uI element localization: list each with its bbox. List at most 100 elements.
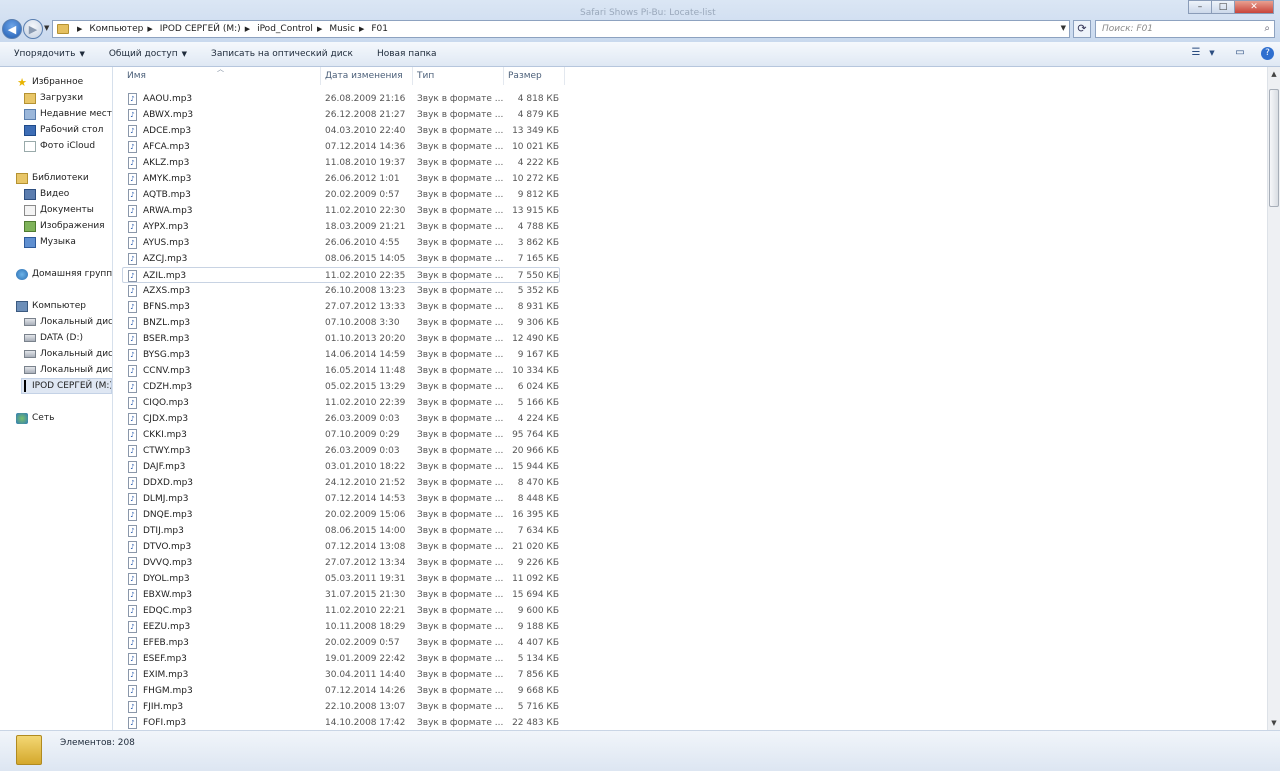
nav-ipod[interactable]: IPOD СЕРГЕЙ (M:) <box>21 378 112 394</box>
audio-file-icon: ♪ <box>128 525 137 537</box>
nav-favorites[interactable]: ★ Избранное <box>16 74 112 90</box>
back-arrow-icon[interactable]: ◀ <box>2 19 22 39</box>
nav-pictures[interactable]: Изображения <box>24 218 112 234</box>
file-date-modified: 26.12.2008 21:27 <box>325 110 406 120</box>
file-row[interactable]: ♪ CDZH.mp3 05.02.2015 13:29 Звук в формате … <box>123 379 561 395</box>
nav-video[interactable]: Видео <box>24 186 112 202</box>
file-row[interactable]: ♪ DTIJ.mp3 08.06.2015 14:00 Звук в формате … <box>123 523 561 539</box>
recent-pages-dropdown-icon[interactable]: ▼ <box>44 24 49 32</box>
file-row[interactable]: ♪ AFCA.mp3 07.12.2014 14:36 Звук в формате … <box>123 139 561 155</box>
nav-downloads[interactable]: Загрузки <box>24 90 112 106</box>
nav-local-disk-f[interactable]: Локальный диск <box>24 362 112 378</box>
view-dropdown-icon[interactable]: ▼ <box>1205 46 1219 60</box>
nav-data-d[interactable]: DATA (D:) <box>24 330 112 346</box>
file-row[interactable]: ♪ AKLZ.mp3 11.08.2010 19:37 Звук в формате … <box>123 155 561 171</box>
file-row[interactable]: ♪ DYOL.mp3 05.03.2011 19:31 Звук в формате … <box>123 571 561 587</box>
breadcrumb-f01[interactable]: F01 <box>371 24 388 34</box>
nav-network[interactable]: Сеть <box>16 410 112 426</box>
share-button[interactable]: Общий доступ ▼ <box>109 49 187 59</box>
nav-documents[interactable]: Документы <box>24 202 112 218</box>
file-row[interactable]: ♪ AMYK.mp3 26.06.2012 1:01 Звук в формате .… <box>123 171 561 187</box>
file-row[interactable]: ♪ EXIM.mp3 30.04.2011 14:40 Звук в формате … <box>123 667 561 683</box>
scroll-up-icon[interactable]: ▲ <box>1268 67 1280 81</box>
preview-pane-icon[interactable]: ▭ <box>1233 46 1247 60</box>
file-row[interactable]: ♪ EEZU.mp3 10.11.2008 18:29 Звук в формате … <box>123 619 561 635</box>
file-row[interactable]: ♪ AYPX.mp3 18.03.2009 21:21 Звук в формате … <box>123 219 561 235</box>
file-row[interactable]: ♪ BNZL.mp3 07.10.2008 3:30 Звук в формате .… <box>123 315 561 331</box>
file-row[interactable]: ♪ AZXS.mp3 26.10.2008 13:23 Звук в формате … <box>123 283 561 299</box>
search-icon[interactable]: ⌕ <box>1264 23 1270 34</box>
breadcrumb-separator[interactable]: ▶ <box>73 25 89 33</box>
breadcrumb-music[interactable]: Music ▶ <box>329 24 371 34</box>
file-row[interactable]: ♪ EDQC.mp3 11.02.2010 22:21 Звук в формате … <box>123 603 561 619</box>
maximize-icon[interactable]: □ <box>1211 0 1235 14</box>
file-row[interactable]: ♪ EBXW.mp3 31.07.2015 21:30 Звук в формате … <box>123 587 561 603</box>
nav-local-disk-c[interactable]: Локальный диск <box>24 314 112 330</box>
file-row[interactable]: ♪ AZCJ.mp3 08.06.2015 14:05 Звук в формате … <box>123 251 561 267</box>
address-dropdown-icon[interactable]: ▼ <box>1061 24 1066 32</box>
file-row[interactable]: ♪ DVVQ.mp3 27.07.2012 13:34 Звук в формате … <box>123 555 561 571</box>
minimize-icon[interactable]: – <box>1188 0 1212 14</box>
breadcrumb-computer[interactable]: Компьютер ▶ <box>89 24 159 34</box>
file-name: EFEB.mp3 <box>143 638 189 648</box>
file-row[interactable]: ♪ ESEF.mp3 19.01.2009 22:42 Звук в формате … <box>123 651 561 667</box>
file-row[interactable]: ♪ DDXD.mp3 24.12.2010 21:52 Звук в формате … <box>123 475 561 491</box>
new-folder-button[interactable]: Новая папка <box>377 49 437 59</box>
file-row[interactable]: ♪ DAJF.mp3 03.01.2010 18:22 Звук в формате … <box>123 459 561 475</box>
nav-recent-places[interactable]: Недавние места <box>24 106 112 122</box>
organize-button[interactable]: Упорядочить ▼ <box>14 49 85 59</box>
burn-button[interactable]: Записать на оптический диск <box>211 49 353 59</box>
file-row[interactable]: ♪ BFNS.mp3 27.07.2012 13:33 Звук в формате … <box>123 299 561 315</box>
file-row[interactable]: ♪ DTVO.mp3 07.12.2014 13:08 Звук в формате … <box>123 539 561 555</box>
file-size: 13 349 КБ <box>512 126 559 136</box>
breadcrumb-ipod[interactable]: IPOD СЕРГЕЙ (M:) ▶ <box>160 24 257 34</box>
file-row[interactable]: ♪ FOFI.mp3 14.10.2008 17:42 Звук в формате … <box>123 715 561 730</box>
nav-icloud-photos[interactable]: Фото iCloud <box>24 138 112 154</box>
file-row[interactable]: ♪ AZIL.mp3 11.02.2010 22:35 Звук в формате … <box>122 267 560 283</box>
search-input[interactable]: Поиск: F01 ⌕ <box>1095 20 1275 38</box>
file-row[interactable]: ♪ ARWA.mp3 11.02.2010 22:30 Звук в формате … <box>123 203 561 219</box>
file-row[interactable]: ♪ AYUS.mp3 26.06.2010 4:55 Звук в формате .… <box>123 235 561 251</box>
audio-file-icon: ♪ <box>128 125 137 137</box>
file-row[interactable]: ♪ FHGM.mp3 07.12.2014 14:26 Звук в формате … <box>123 683 561 699</box>
column-name[interactable]: Имя <box>123 67 321 85</box>
vertical-scrollbar[interactable]: ▲ ▼ <box>1267 67 1280 730</box>
file-row[interactable]: ♪ AAOU.mp3 26.08.2009 21:16 Звук в формате … <box>123 91 561 107</box>
file-row[interactable]: ♪ FJIH.mp3 22.10.2008 13:07 Звук в формате … <box>123 699 561 715</box>
nav-desktop[interactable]: Рабочий стол <box>24 122 112 138</box>
file-type: Звук в формате ... <box>417 670 503 680</box>
file-row[interactable]: ♪ BYSG.mp3 14.06.2014 14:59 Звук в формате … <box>123 347 561 363</box>
forward-arrow-icon[interactable]: ▶ <box>23 19 43 39</box>
help-icon[interactable]: ? <box>1261 46 1274 60</box>
scroll-thumb[interactable] <box>1269 89 1279 207</box>
file-row[interactable]: ♪ ADCE.mp3 04.03.2010 22:40 Звук в формате … <box>123 123 561 139</box>
file-row[interactable]: ♪ CKKI.mp3 07.10.2009 0:29 Звук в формате .… <box>123 427 561 443</box>
file-date-modified: 26.06.2010 4:55 <box>325 238 400 248</box>
close-icon[interactable]: ✕ <box>1234 0 1274 14</box>
file-row[interactable]: ♪ CCNV.mp3 16.05.2014 11:48 Звук в формате … <box>123 363 561 379</box>
file-type: Звук в формате ... <box>417 271 503 281</box>
nav-homegroup[interactable]: Домашняя группа <box>16 266 112 282</box>
nav-local-disk-e[interactable]: Локальный диск <box>24 346 112 362</box>
view-options-icon[interactable]: ☰ <box>1189 46 1203 60</box>
file-row[interactable]: ♪ ABWX.mp3 26.12.2008 21:27 Звук в формате … <box>123 107 561 123</box>
file-row[interactable]: ♪ EFEB.mp3 20.02.2009 0:57 Звук в формате .… <box>123 635 561 651</box>
file-row[interactable]: ♪ CJDX.mp3 26.03.2009 0:03 Звук в формате .… <box>123 411 561 427</box>
nav-libraries[interactable]: Библиотеки <box>16 170 112 186</box>
nav-music[interactable]: Музыка <box>24 234 112 250</box>
breadcrumb-ipod-control[interactable]: iPod_Control ▶ <box>257 24 329 34</box>
column-type[interactable]: Тип <box>413 67 504 85</box>
file-row[interactable]: ♪ CTWY.mp3 26.03.2009 0:03 Звук в формате .… <box>123 443 561 459</box>
file-row[interactable]: ♪ DNQE.mp3 20.02.2009 15:06 Звук в формате … <box>123 507 561 523</box>
nav-computer[interactable]: Компьютер <box>16 298 112 314</box>
refresh-icon[interactable]: ⟳ <box>1073 20 1091 38</box>
column-size[interactable]: Размер <box>504 67 565 85</box>
scroll-down-icon[interactable]: ▼ <box>1268 716 1280 730</box>
column-date-modified[interactable]: Дата изменения <box>321 67 413 85</box>
file-row[interactable]: ♪ CIQO.mp3 11.02.2010 22:39 Звук в формате … <box>123 395 561 411</box>
file-row[interactable]: ♪ BSER.mp3 01.10.2013 20:20 Звук в формате … <box>123 331 561 347</box>
address-bar[interactable]: ▶ Компьютер ▶ IPOD СЕРГЕЙ (M:) ▶ iPod_Cont… <box>52 20 1070 38</box>
file-row[interactable]: ♪ DLMJ.mp3 07.12.2014 14:53 Звук в формате … <box>123 491 561 507</box>
file-size: 5 134 КБ <box>517 654 559 664</box>
file-row[interactable]: ♪ AQTB.mp3 20.02.2009 0:57 Звук в формате .… <box>123 187 561 203</box>
